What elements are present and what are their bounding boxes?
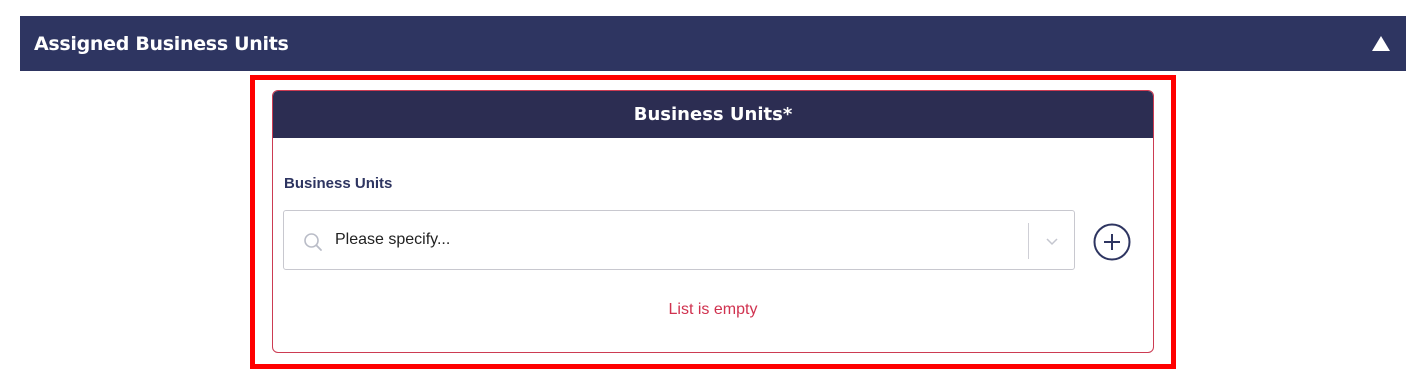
- select-divider: [1028, 223, 1029, 259]
- section-title: Assigned Business Units: [34, 32, 289, 55]
- card-title: Business Units*: [633, 104, 793, 125]
- collapse-triangle-icon[interactable]: [1372, 36, 1390, 51]
- chevron-down-icon[interactable]: [1044, 233, 1060, 249]
- add-business-unit-button[interactable]: [1093, 223, 1131, 261]
- list-empty-message: List is empty: [668, 301, 758, 318]
- search-icon: [304, 233, 322, 251]
- card-header: Business Units*: [273, 91, 1153, 138]
- business-units-select[interactable]: Please specify...: [283, 210, 1075, 270]
- section-header[interactable]: Assigned Business Units: [20, 16, 1406, 71]
- business-units-card: Business Units* Business Units Please sp…: [272, 90, 1154, 353]
- business-units-field-label: Business Units: [284, 175, 393, 192]
- select-placeholder: Please specify...: [335, 231, 451, 248]
